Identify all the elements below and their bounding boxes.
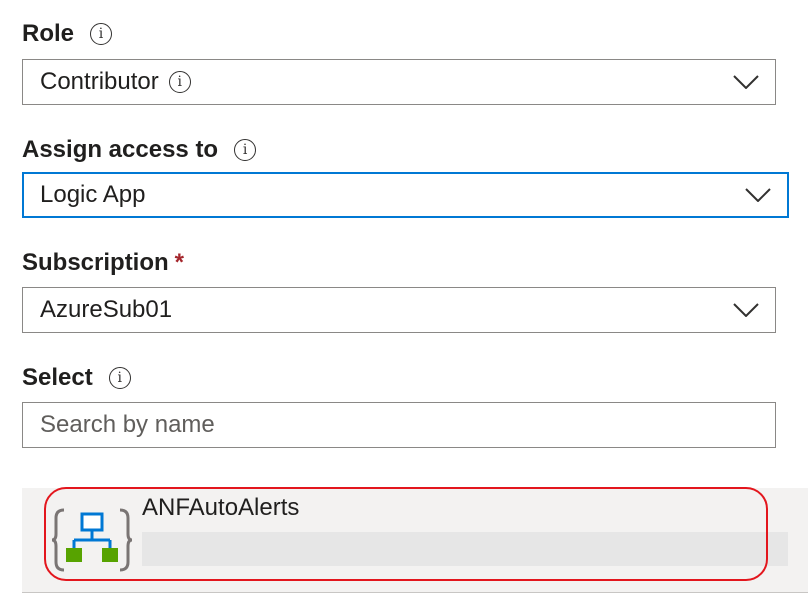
- contributor-info-icon[interactable]: i: [168, 71, 191, 93]
- role-value: Contributor: [40, 68, 159, 95]
- role-label-text: Role: [22, 20, 75, 47]
- select-label-text: Select: [22, 364, 93, 391]
- chevron-down-icon: [733, 303, 759, 317]
- role-info-icon[interactable]: i: [90, 23, 113, 45]
- role-label: Role i: [22, 20, 113, 48]
- chevron-down-icon: [745, 188, 771, 202]
- highlight-annotation: [44, 487, 768, 581]
- chevron-down-icon: [733, 75, 759, 89]
- assign-access-label: Assign access to i: [22, 136, 257, 164]
- assign-access-dropdown[interactable]: Logic App: [22, 172, 789, 218]
- role-dropdown[interactable]: Contributor i: [22, 59, 776, 105]
- select-info-icon[interactable]: i: [108, 367, 131, 389]
- assign-access-label-text: Assign access to: [22, 136, 219, 163]
- assign-access-info-icon[interactable]: i: [234, 139, 257, 161]
- required-asterisk: *: [174, 249, 185, 276]
- subscription-label-text: Subscription: [22, 249, 169, 276]
- subscription-label: Subscription *: [22, 249, 184, 277]
- assign-access-value: Logic App: [40, 181, 146, 208]
- subscription-value: AzureSub01: [40, 296, 173, 323]
- search-placeholder: Search by name: [40, 411, 215, 438]
- select-label: Select i: [22, 364, 131, 392]
- subscription-dropdown[interactable]: AzureSub01: [22, 287, 776, 333]
- search-input[interactable]: Search by name: [22, 402, 776, 448]
